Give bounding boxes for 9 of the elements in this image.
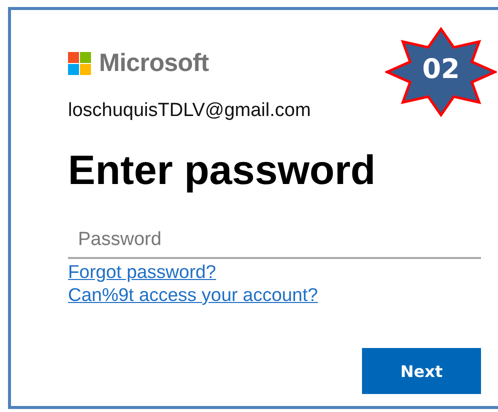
password-field[interactable]: Password: [68, 229, 481, 259]
next-button[interactable]: Next: [362, 348, 481, 394]
badge-number: 02: [421, 54, 461, 85]
brand-name: Microsoft: [99, 48, 209, 78]
windows-logo-icon: [68, 52, 91, 74]
help-link[interactable]: Forgot password?: [68, 260, 216, 283]
help-link[interactable]: Can%9t access your account?: [68, 283, 318, 306]
page-heading: Enter password: [68, 146, 377, 195]
account-email: loschuquisTDLV@gmail.com: [68, 100, 312, 122]
